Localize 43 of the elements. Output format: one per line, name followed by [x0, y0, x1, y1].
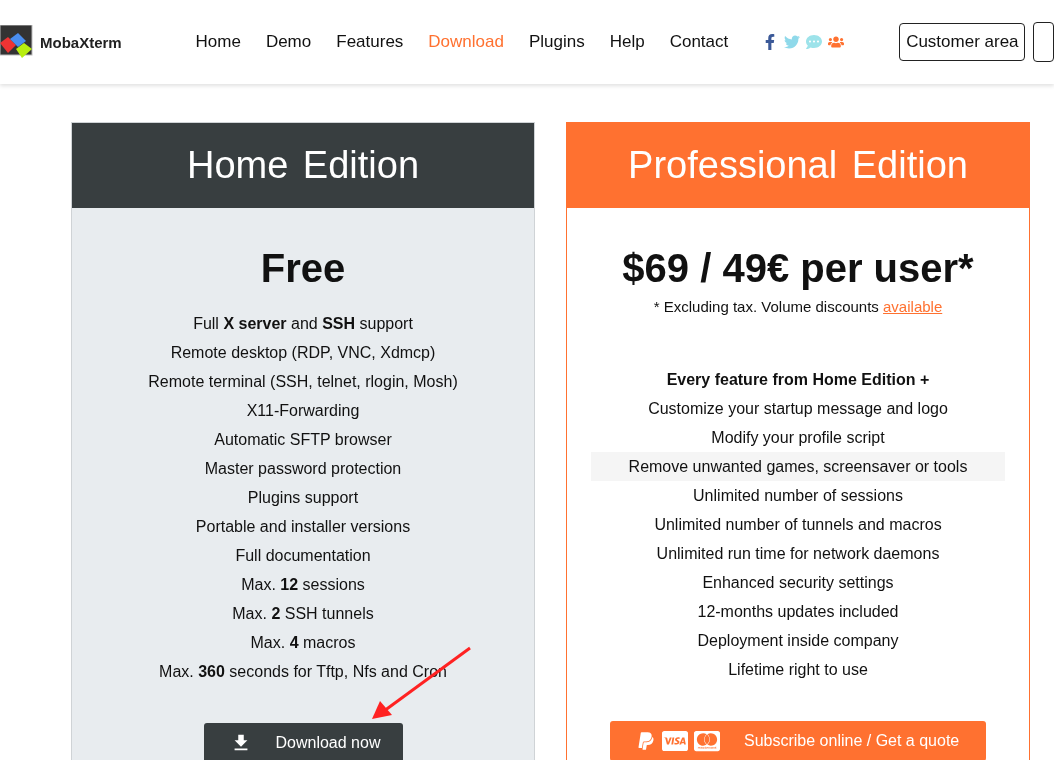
feature-item: Enhanced security settings: [702, 573, 894, 593]
feature-item: Max. 12 sessions: [241, 575, 365, 595]
feature-item: Plugins support: [247, 488, 359, 508]
nav-link[interactable]: Contact: [669, 32, 729, 52]
price: Free: [260, 245, 346, 292]
feature-item: Unlimited number of tunnels and macros: [654, 515, 942, 535]
feature-item: Unlimited number of sessions: [693, 486, 903, 506]
nav-link[interactable]: Demo: [265, 32, 312, 52]
feature-item: Customize your startup message and logo: [648, 399, 948, 419]
feature-item: Max. 4 macros: [250, 633, 356, 653]
nav-link[interactable]: Home: [195, 32, 241, 52]
card-title: Home Edition: [72, 123, 534, 208]
logo-text[interactable]: MobaXterm: [40, 33, 122, 51]
feature-item: Remove unwanted games, screensaver or tools: [591, 452, 1005, 481]
feature-item: Modify your profile script: [711, 428, 885, 448]
feature-item: Full X server and SSH support: [193, 314, 413, 334]
mastercard-icon: [694, 728, 720, 754]
feature-item: 12-months updates included: [697, 602, 899, 622]
nav-link[interactable]: Help: [609, 32, 645, 52]
download-button[interactable]: Download now: [203, 723, 403, 760]
header-button[interactable]: [1033, 22, 1054, 62]
logo-icon[interactable]: [0, 25, 34, 59]
card-title: Professional Edition: [567, 123, 1029, 208]
feature-item: Portable and installer versions: [195, 517, 411, 537]
group-icon[interactable]: [828, 34, 845, 50]
feature-item: Max. 2 SSH tunnels: [232, 604, 374, 624]
feature-item: Master password protection: [204, 459, 402, 479]
customer-area-button[interactable]: Customer area: [899, 23, 1026, 61]
feature-item: Automatic SFTP browser: [214, 430, 392, 450]
feature-item: Deployment inside company: [697, 631, 899, 651]
visa-card-icon: [662, 728, 688, 754]
price-note: * Excluding tax. Volume discounts available: [653, 297, 943, 317]
paypal-icon: [636, 731, 656, 751]
nav-link[interactable]: Features: [336, 32, 404, 52]
feature-item: Full documentation: [235, 546, 371, 566]
price: $69 / 49€ per user*: [622, 245, 974, 292]
feature-item: X11-Forwarding: [246, 401, 360, 421]
feature-item: Lifetime right to use: [728, 660, 868, 680]
feature-item: Remote terminal (SSH, telnet, rlogin, Mosh): [148, 372, 458, 392]
feature-heading: Every feature from Home Edition +: [666, 370, 930, 390]
feature-item: Unlimited run time for network daemons: [656, 544, 940, 564]
nav-link[interactable]: Plugins: [528, 32, 585, 52]
feature-item: Remote desktop (RDP, VNC, Xdmcp): [170, 343, 436, 363]
